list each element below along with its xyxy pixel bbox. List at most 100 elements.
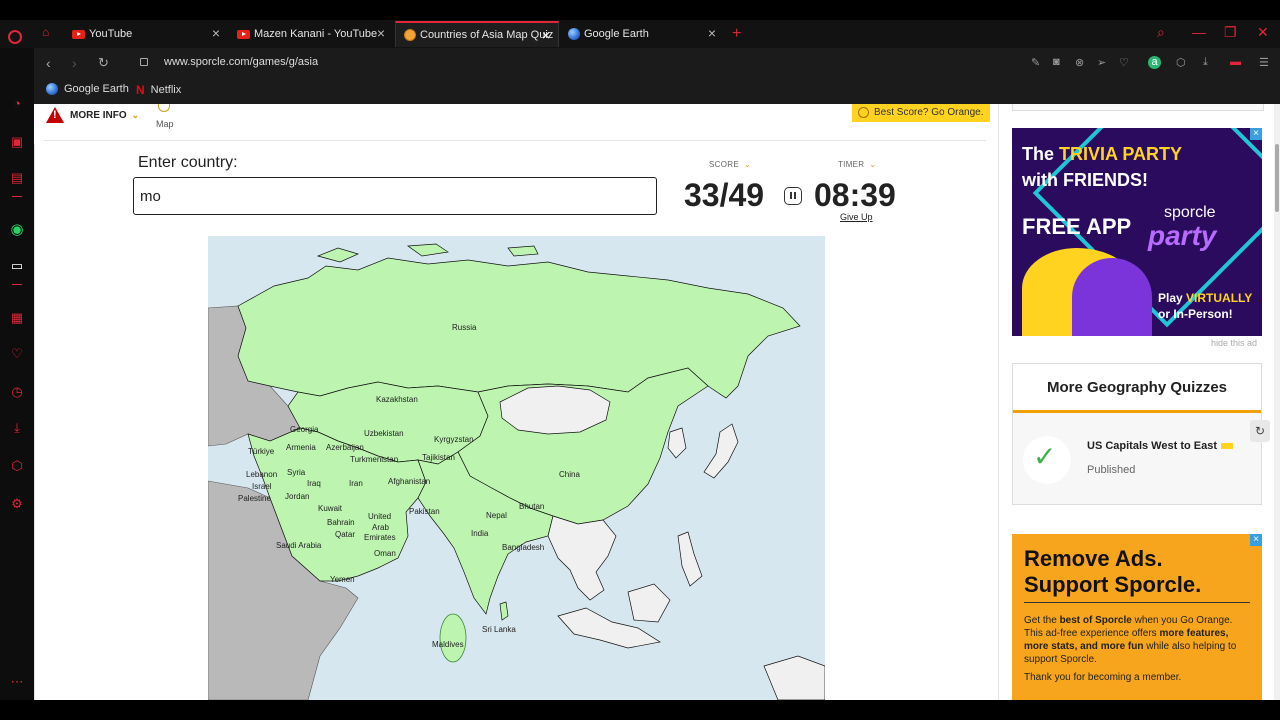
close-icon[interactable]: × (212, 26, 220, 40)
history-icon[interactable]: ◷ (9, 384, 25, 400)
downloads-icon[interactable]: ⤓ (9, 420, 25, 436)
cube-icon[interactable]: ⬡ (9, 458, 25, 474)
map-label: Iran (349, 479, 363, 488)
search-tabs-icon[interactable]: ⌕ (1157, 24, 1165, 41)
map-label: Sri Lanka (482, 625, 516, 634)
go-orange-button[interactable]: Best Score? Go Orange. (852, 104, 990, 122)
tab-asia-quiz[interactable]: Countries of Asia Map Quiz × (395, 21, 559, 47)
extension-a-icon[interactable]: a (1148, 56, 1161, 69)
address-bar: ‹ › ↻ www.sporcle.com/games/g/asia ✎ ◙ ⊗… (34, 48, 1280, 78)
map-icon[interactable] (158, 104, 170, 112)
package-icon[interactable]: ⬡ (1176, 56, 1186, 69)
check-circle-icon (1023, 436, 1071, 484)
chevron-down-icon: ⌄ (869, 160, 877, 169)
youtube-icon (237, 29, 250, 39)
warning-icon (46, 107, 64, 123)
new-tab-plus-icon[interactable]: + (732, 25, 741, 43)
promo-title: Remove Ads. Support Sporcle. (1024, 546, 1202, 597)
tab-mazen-kanani[interactable]: Mazen Kanani - YouTube × (229, 21, 393, 47)
remove-ads-promo[interactable]: × Remove Ads. Support Sporcle. Get the b… (1012, 534, 1262, 700)
ad-close-icon[interactable]: × (1250, 534, 1262, 546)
sporcle-icon (404, 29, 416, 41)
bookmark-netflix[interactable]: N Netflix (136, 83, 181, 97)
camera-icon[interactable]: ◙ (1053, 56, 1060, 68)
settings-gear-icon[interactable]: ⚙ (9, 496, 25, 512)
map-label: Yemen (330, 575, 355, 584)
speed-dial-icon[interactable]: ◔ (9, 96, 25, 112)
twitch-icon[interactable]: ▤ (9, 170, 25, 186)
tab-label: Mazen Kanani - YouTube (254, 28, 378, 40)
asia-map[interactable]: Russia Kazakhstan Uzbekistan Kyrgyzstan … (207, 236, 826, 700)
page-scrollbar[interactable] (1274, 104, 1280, 700)
pause-button[interactable] (784, 187, 802, 205)
heart-icon[interactable]: ♡ (9, 346, 25, 362)
timer-label: TIMER ⌄ (838, 160, 877, 169)
extensions-grid-icon[interactable]: ▦ (9, 310, 25, 326)
map-label: Bangladesh (502, 543, 544, 552)
map-label: Palestine (238, 494, 271, 503)
ad-headline: with FRIENDS! (1022, 170, 1148, 190)
promo-text: Get the best of Sporcle when you Go Oran… (1024, 615, 1237, 665)
maximize-icon[interactable]: ❐ (1224, 24, 1237, 41)
gamepad-icon[interactable]: ⌂ (42, 25, 49, 39)
more-dots-icon[interactable]: ⋯ (9, 674, 25, 690)
forward-icon[interactable]: › (72, 55, 77, 71)
more-info-button[interactable]: MORE INFO ⌄ (46, 107, 139, 123)
quiz-status: Published (1087, 464, 1136, 476)
page-content: MORE INFO ⌄ Map Best Score? Go Orange. E… (34, 104, 1274, 700)
map-label: Turkmenistan (350, 455, 398, 464)
hide-ad-link[interactable]: hide this ad (1211, 338, 1257, 348)
scrollbar-thumb[interactable] (1275, 144, 1279, 212)
ad-headline: FREE APP (1022, 214, 1132, 239)
workspace-icon[interactable]: ▣ (9, 134, 25, 150)
close-icon[interactable]: × (542, 28, 550, 42)
close-icon[interactable]: × (377, 26, 385, 40)
quiz-link-title[interactable]: US Capitals West to East (1087, 440, 1233, 452)
tab-google-earth[interactable]: Google Earth × (560, 21, 724, 47)
back-icon[interactable]: ‹ (46, 55, 51, 71)
chevron-down-icon: ⌄ (743, 160, 751, 169)
adblock-icon[interactable]: ⊗ (1075, 56, 1084, 69)
close-window-icon[interactable]: ✕ (1257, 24, 1269, 41)
download-icon[interactable]: ⤓ (1203, 56, 1208, 69)
orange-badge-icon (858, 107, 869, 118)
bookmarks-bar: Google Earth N Netflix (34, 78, 1280, 104)
opera-logo-icon[interactable] (8, 30, 22, 44)
edit-icon[interactable]: ✎ (1031, 56, 1040, 69)
map-label: Kazakhstan (376, 395, 418, 404)
favorite-heart-icon[interactable]: ♡ (1119, 56, 1129, 69)
promo-thanks: Thank you for becoming a member. (1024, 672, 1182, 683)
discord-icon[interactable]: ▭ (9, 258, 25, 274)
netflix-icon: N (136, 83, 145, 97)
refresh-icon[interactable]: ↻ (1250, 420, 1270, 442)
ad-decoration (1072, 258, 1152, 336)
map-label: Qatar (335, 530, 355, 539)
reload-icon[interactable]: ↻ (98, 55, 109, 71)
give-up-link[interactable]: Give Up (840, 212, 873, 222)
bookmark-google-earth[interactable]: Google Earth (46, 83, 129, 95)
minimize-icon[interactable]: — (1192, 24, 1206, 40)
ad-close-icon[interactable]: × (1250, 128, 1262, 140)
map-label: Iraq (307, 479, 321, 488)
tab-youtube[interactable]: YouTube × (64, 21, 228, 47)
map-label: Lebanon (246, 470, 277, 479)
map-label: Georgia (290, 425, 319, 434)
score-label: SCORE ⌄ (709, 160, 751, 169)
battery-icon[interactable]: ▬ (1230, 56, 1241, 68)
url-field[interactable]: www.sporcle.com/games/g/asia (164, 56, 318, 68)
divider (12, 196, 22, 197)
easy-setup-icon[interactable]: ☰ (1259, 56, 1269, 69)
tab-bar: ⌂ YouTube × Mazen Kanani - YouTube × Cou… (0, 20, 1280, 48)
answer-input[interactable] (133, 177, 657, 215)
badge-icon (1221, 443, 1233, 450)
divider (12, 284, 22, 285)
map-label: Kuwait (318, 504, 343, 513)
send-icon[interactable]: ➢ (1097, 56, 1106, 69)
map-label: Arab (372, 523, 389, 532)
close-icon[interactable]: × (708, 26, 716, 40)
trivia-party-ad[interactable]: The TRIVIA PARTY with FRIENDS! FREE APP … (1012, 128, 1262, 336)
map-tab-label[interactable]: Map (156, 119, 174, 129)
whatsapp-icon[interactable]: ◉ (9, 222, 25, 238)
map-label: Türkiye (248, 447, 275, 456)
map-label: Saudi Arabia (276, 541, 322, 550)
